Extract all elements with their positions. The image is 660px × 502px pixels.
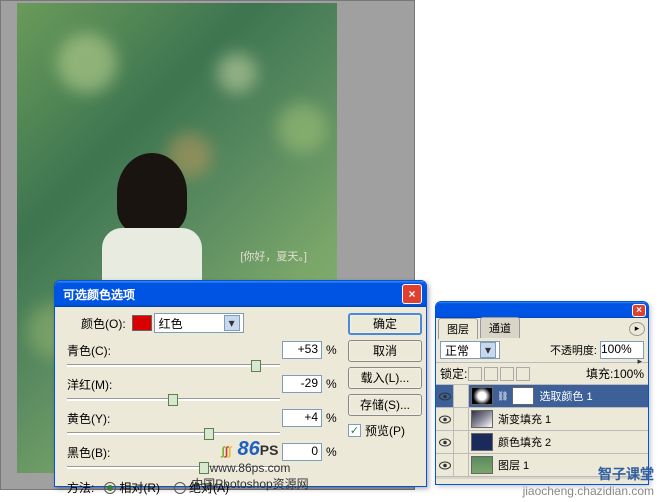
blend-mode-dropdown[interactable]: 正常	[440, 341, 500, 359]
lock-move-icon[interactable]	[500, 367, 514, 381]
mask-thumb	[512, 387, 534, 405]
visibility-icon[interactable]	[436, 431, 454, 453]
opacity-label: 不透明度:	[550, 342, 597, 358]
fill-label: 填充:	[586, 365, 613, 382]
color-swatch	[132, 315, 152, 331]
magenta-slider[interactable]	[63, 395, 340, 405]
link-icon: ⛓	[497, 391, 508, 402]
layers-panel: × 图层 通道 ▸ 正常 不透明度: 100% 锁定: 填充: 100% ⛓ 选…	[435, 301, 649, 485]
preview-label: 预览(P)	[365, 422, 405, 439]
cyan-slider[interactable]	[63, 361, 340, 371]
yellow-label: 黄色(Y):	[63, 410, 123, 427]
lock-all-icon[interactable]	[516, 367, 530, 381]
lock-paint-icon[interactable]	[484, 367, 498, 381]
method-absolute-radio[interactable]: 绝对(A)	[174, 479, 229, 496]
cancel-button[interactable]: 取消	[348, 340, 422, 362]
lock-transparency-icon[interactable]	[468, 367, 482, 381]
save-button[interactable]: 存储(S)...	[348, 394, 422, 416]
layer-item[interactable]: ⛓ 选取颜色 1	[436, 385, 648, 408]
colors-label: 颜色(O):	[81, 315, 126, 332]
corner-watermark: 智子课堂 jiaocheng.chazidian.com	[523, 464, 654, 498]
black-slider[interactable]	[63, 463, 340, 473]
method-relative-radio[interactable]: 相对(R)	[104, 479, 160, 496]
tab-channels[interactable]: 通道	[480, 317, 520, 338]
dialog-titlebar[interactable]: 可选颜色选项 ×	[55, 281, 426, 307]
layer-thumb	[471, 433, 493, 451]
magenta-label: 洋红(M):	[63, 376, 123, 393]
panel-close-icon[interactable]: ×	[632, 304, 646, 317]
method-label: 方法:	[67, 479, 94, 496]
cyan-label: 青色(C):	[63, 342, 123, 359]
dialog-title: 可选颜色选项	[63, 286, 402, 303]
tab-layers[interactable]: 图层	[438, 318, 478, 339]
adjustment-thumb	[471, 387, 493, 405]
fill-value[interactable]: 100%	[613, 367, 644, 381]
panel-menu-icon[interactable]: ▸	[629, 322, 645, 336]
close-icon[interactable]: ×	[402, 284, 422, 304]
preview-checkbox[interactable]: ✓	[348, 424, 361, 437]
cyan-value[interactable]: +53	[282, 341, 322, 359]
black-label: 黑色(B):	[63, 444, 123, 461]
yellow-slider[interactable]	[63, 429, 340, 439]
visibility-icon[interactable]	[436, 408, 454, 430]
lock-label: 锁定:	[440, 365, 467, 382]
layer-thumb	[471, 456, 493, 474]
layer-item[interactable]: 渐变填充 1	[436, 408, 648, 431]
panel-titlebar[interactable]: ×	[436, 302, 648, 318]
layer-thumb	[471, 410, 493, 428]
colors-dropdown[interactable]: 红色	[154, 313, 244, 333]
black-value[interactable]: 0	[282, 443, 322, 461]
ok-button[interactable]: 确定	[348, 313, 422, 335]
opacity-value[interactable]: 100%	[600, 341, 644, 359]
magenta-value[interactable]: -29	[282, 375, 322, 393]
photo-caption: [你好，夏天。]	[240, 248, 307, 264]
visibility-icon[interactable]	[436, 385, 454, 407]
yellow-value[interactable]: +4	[282, 409, 322, 427]
load-button[interactable]: 载入(L)...	[348, 367, 422, 389]
layer-item[interactable]: 颜色填充 2	[436, 431, 648, 454]
selective-color-dialog: 可选颜色选项 × 颜色(O): 红色 青色(C): +53 % 洋红(M): -…	[54, 280, 427, 487]
visibility-icon[interactable]	[436, 454, 454, 476]
